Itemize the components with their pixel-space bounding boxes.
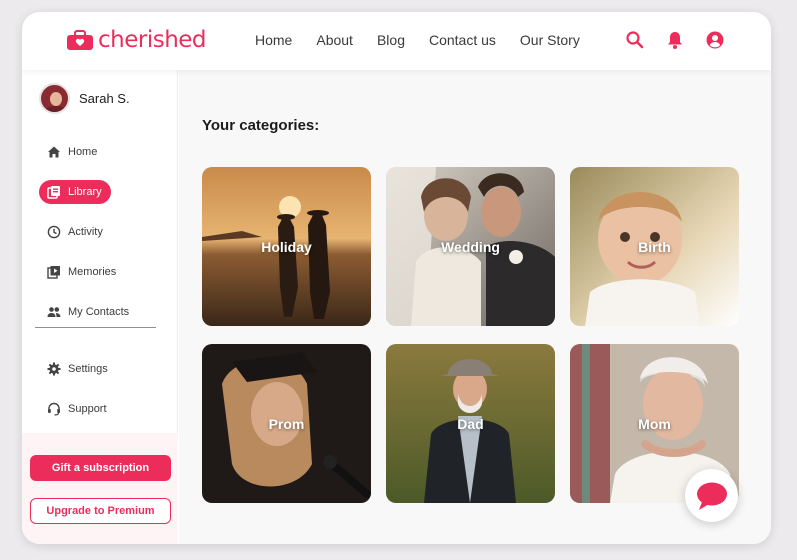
- search-icon[interactable]: [625, 30, 645, 50]
- sidebar-divider: [35, 327, 156, 328]
- sidebar-item-my-contacts[interactable]: My Contacts: [47, 305, 129, 319]
- sidebar-item-memories[interactable]: Memories: [47, 265, 116, 279]
- page-title: Your categories:: [202, 117, 320, 134]
- category-label: Birth: [638, 238, 671, 255]
- account-icon[interactable]: [705, 30, 725, 50]
- category-label: Holiday: [261, 238, 312, 255]
- sidebar: Sarah S. Home Library Activity Memories …: [22, 70, 178, 544]
- category-card-dad[interactable]: Dad: [386, 344, 555, 503]
- upgrade-premium-button[interactable]: Upgrade to Premium: [30, 498, 171, 524]
- sidebar-item-home[interactable]: Home: [47, 145, 97, 159]
- sidebar-item-label: Library: [68, 186, 102, 198]
- main-content: Your categories: Holiday Wedding Birth P…: [179, 70, 771, 544]
- logo[interactable]: cherished: [66, 27, 207, 53]
- category-card-holiday[interactable]: Holiday: [202, 167, 371, 326]
- user-name: Sarah S.: [79, 91, 130, 106]
- chat-button[interactable]: [685, 469, 738, 522]
- avatar: [39, 83, 70, 114]
- sidebar-item-activity[interactable]: Activity: [47, 225, 103, 239]
- user-profile[interactable]: Sarah S.: [39, 83, 130, 114]
- category-card-wedding[interactable]: Wedding: [386, 167, 555, 326]
- sidebar-item-label: Settings: [68, 363, 108, 375]
- bell-icon[interactable]: [665, 30, 685, 50]
- gift-subscription-button[interactable]: Gift a subscription: [30, 455, 171, 481]
- contacts-icon: [47, 307, 61, 317]
- category-card-birth[interactable]: Birth: [570, 167, 739, 326]
- library-icon: [47, 186, 60, 199]
- sidebar-item-label: Activity: [68, 226, 103, 238]
- gear-icon: [47, 362, 61, 376]
- nav-home[interactable]: Home: [255, 32, 292, 48]
- logo-mark-icon: [67, 30, 93, 50]
- sidebar-promo-area: [22, 433, 178, 544]
- sidebar-item-label: Support: [68, 403, 107, 415]
- category-label: Wedding: [441, 238, 500, 255]
- header-actions: [625, 30, 725, 50]
- category-label: Dad: [457, 415, 484, 432]
- sidebar-item-settings[interactable]: Settings: [47, 362, 108, 376]
- nav-blog[interactable]: Blog: [377, 32, 405, 48]
- sidebar-item-label: My Contacts: [68, 306, 130, 318]
- home-icon: [48, 146, 60, 158]
- top-navigation-bar: cherished Home About Blog Contact us Our…: [22, 12, 771, 70]
- app-window: cherished Home About Blog Contact us Our…: [22, 12, 771, 544]
- sidebar-item-label: Home: [68, 146, 98, 158]
- headset-icon: [48, 402, 60, 416]
- sidebar-item-library[interactable]: Library: [39, 180, 111, 204]
- clock-icon: [47, 225, 61, 239]
- nav-our-story[interactable]: Our Story: [520, 32, 580, 48]
- chat-bubble-icon: [696, 482, 727, 510]
- sidebar-item-label: Memories: [68, 266, 117, 278]
- nav-contact-us[interactable]: Contact us: [429, 32, 496, 48]
- memories-icon: [47, 266, 60, 279]
- category-card-prom[interactable]: Prom: [202, 344, 371, 503]
- main-nav: Home About Blog Contact us Our Story: [255, 32, 604, 48]
- category-label: Prom: [268, 415, 305, 432]
- nav-about[interactable]: About: [316, 32, 353, 48]
- sidebar-item-support[interactable]: Support: [47, 402, 107, 416]
- brand-name: cherished: [98, 27, 207, 53]
